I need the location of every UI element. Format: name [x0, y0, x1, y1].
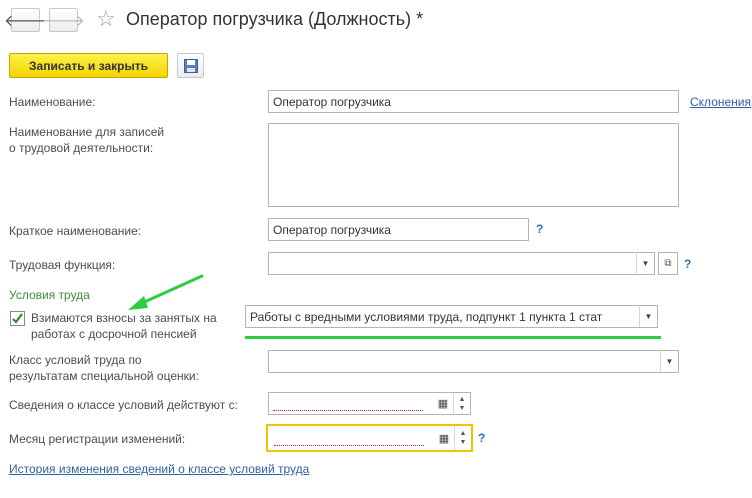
short-name-field[interactable]: Оператор погрузчика — [268, 218, 529, 241]
favorite-star-icon[interactable]: ☆ — [96, 8, 116, 30]
annotation-underline — [245, 336, 661, 339]
contributions-checkbox[interactable] — [10, 311, 25, 326]
calendar-icon[interactable]: ▦ — [434, 393, 452, 414]
class-valid-date-field[interactable]: ▦ ▲ ▼ — [268, 392, 471, 415]
class-valid-label: Сведения о классе условий действуют с: — [9, 398, 238, 412]
contributions-label-line1: Взимаются взносы за занятых на — [31, 311, 217, 325]
name-field[interactable]: Оператор погрузчика — [268, 90, 679, 113]
labor-function-label: Трудовая функция: — [9, 258, 116, 272]
dropdown-arrow-icon[interactable]: ▼ — [660, 351, 678, 372]
history-link[interactable]: История изменения сведений о классе усло… — [9, 462, 309, 476]
class-label-line2: результатам специальной оценки: — [9, 369, 199, 383]
open-icon[interactable]: ⧉ — [658, 252, 678, 275]
class-conditions-select[interactable]: ▼ — [268, 350, 679, 373]
save-and-close-button[interactable]: Записать и закрыть — [9, 53, 168, 78]
save-button[interactable] — [177, 53, 204, 78]
arrow-left-icon: 🡐 — [4, 12, 47, 30]
annotation-arrow-icon — [128, 274, 204, 310]
required-marker — [273, 410, 423, 411]
back-button[interactable]: 🡐 — [4, 8, 47, 32]
conditions-section-title: Условия труда — [9, 288, 90, 302]
required-marker — [274, 445, 424, 446]
page-title: Оператор погрузчика (Должность) * — [126, 9, 424, 29]
work-record-label-line1: Наименование для записей — [9, 125, 165, 139]
arrow-right-icon: 🡒 — [42, 12, 85, 30]
contributions-label-line2: работах с досрочной пенсией — [31, 327, 197, 341]
reg-month-help-icon[interactable]: ? — [478, 431, 485, 445]
labor-function-help-icon[interactable]: ? — [684, 257, 691, 271]
early-pension-select[interactable]: Работы с вредными условиями труда, подпу… — [245, 305, 658, 328]
work-record-label-line2: о трудовой деятельности: — [9, 141, 154, 155]
calendar-icon[interactable]: ▦ — [435, 426, 453, 450]
declension-link[interactable]: Склонения — [690, 95, 751, 109]
forward-button[interactable]: 🡒 — [42, 8, 85, 32]
date-stepper[interactable]: ▲ ▼ — [453, 393, 470, 414]
reg-month-field[interactable]: ▦ ▲ ▼ — [266, 424, 473, 452]
work-record-textarea[interactable] — [268, 123, 679, 207]
dropdown-arrow-icon[interactable]: ▼ — [636, 253, 654, 274]
labor-function-field[interactable]: ▼ — [268, 252, 655, 275]
short-name-help-icon[interactable]: ? — [536, 222, 543, 236]
dropdown-arrow-icon[interactable]: ▼ — [639, 306, 657, 327]
early-pension-value: Работы с вредными условиями труда, подпу… — [250, 309, 603, 324]
month-stepper[interactable]: ▲ ▼ — [454, 426, 471, 450]
floppy-disk-icon — [183, 58, 198, 73]
reg-month-label: Месяц регистрации изменений: — [9, 432, 186, 446]
checkmark-icon — [12, 313, 23, 324]
name-label: Наименование: — [9, 95, 96, 109]
class-label-line1: Класс условий труда по — [9, 353, 142, 367]
short-name-label: Краткое наименование: — [9, 224, 142, 238]
